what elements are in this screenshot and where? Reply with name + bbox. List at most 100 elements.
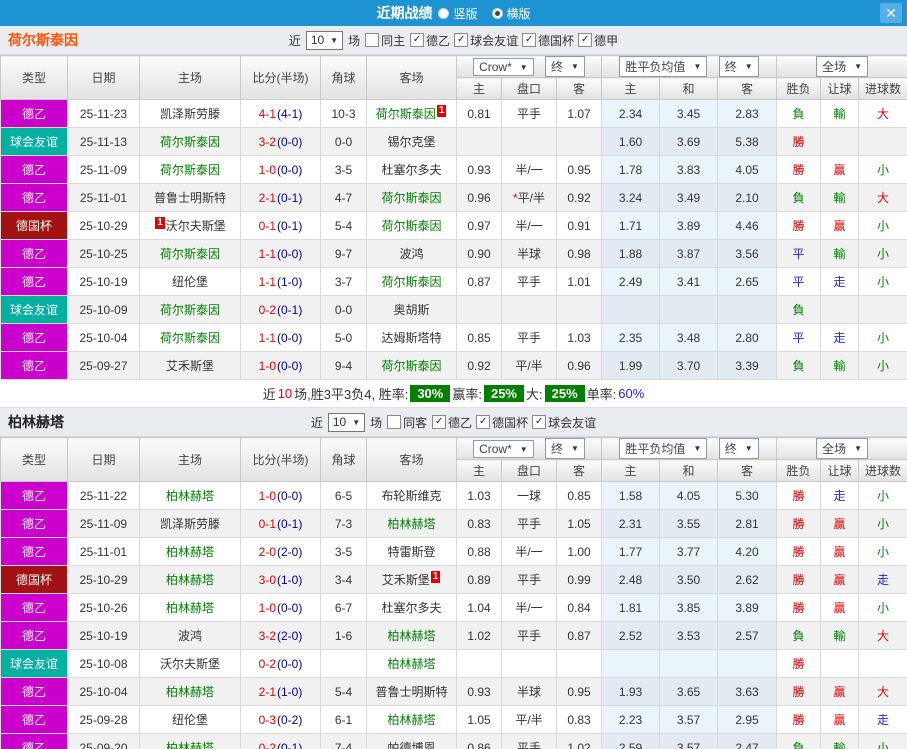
home-team-cell: 艾禾斯堡	[139, 351, 241, 380]
fullmatch-value: 全场	[822, 60, 847, 74]
ah-home-odds: 0.97	[456, 211, 502, 240]
fulltime-score: 0-2	[258, 740, 276, 749]
checkbox-checked-icon[interactable]: ✓	[578, 33, 593, 47]
checkbox-icon[interactable]	[365, 33, 380, 47]
ah-line: 半球	[501, 239, 557, 268]
final-select[interactable]: 终 ▼	[545, 56, 585, 77]
checkbox-checked-icon[interactable]: ✓	[522, 33, 537, 47]
avg-select[interactable]: 胜平负均值 ▼	[619, 438, 708, 459]
result-goals: 小	[858, 239, 907, 268]
chevron-down-icon: ▼	[571, 444, 579, 453]
league-badge: 德乙	[0, 705, 68, 734]
league-badge: 德乙	[0, 99, 68, 128]
halftime-score: (1-0)	[277, 572, 303, 587]
odds-home: 1.99	[601, 351, 661, 380]
odds-draw: 3.77	[659, 537, 719, 566]
result-goals: 小	[858, 593, 907, 622]
ah-line: 平手	[501, 267, 557, 296]
league-badge: 德乙	[0, 593, 68, 622]
league-filter[interactable]: ✓ 德乙	[410, 32, 450, 49]
fulltime-score: 1-1	[258, 246, 276, 261]
checkbox-checked-icon[interactable]: ✓	[432, 415, 447, 429]
ah-away-odds	[555, 127, 603, 156]
result-wdl: 勝	[776, 127, 822, 156]
fullmatch-select[interactable]: 全场 ▼	[816, 56, 868, 77]
score-cell: 1-1(1-0)	[240, 267, 321, 296]
ah-line: 半/一	[501, 211, 557, 240]
league-label: 德国杯	[538, 33, 575, 48]
final-select-2[interactable]: 终 ▼	[718, 56, 759, 77]
home-team-cell: 柏林赫塔	[139, 733, 241, 749]
odds-draw: 3.83	[659, 155, 719, 184]
halftime-score: (1-0)	[277, 274, 303, 289]
home-team-cell: 荷尔斯泰因	[139, 295, 241, 324]
odds-draw: 3.45	[659, 99, 719, 128]
near-games-select[interactable]: 10 ▼	[327, 412, 366, 432]
league-filter[interactable]: ✓ 德国杯	[522, 32, 574, 49]
col-ah-line: 盘口	[501, 77, 557, 100]
league-filter[interactable]: ✓ 球会友谊	[532, 414, 596, 431]
corner-cell: 3-5	[320, 537, 367, 566]
checkbox-checked-icon[interactable]: ✓	[454, 33, 469, 47]
result-handicap	[820, 295, 860, 324]
odds-away: 2.47	[717, 733, 778, 749]
match-date: 25-11-01	[67, 183, 140, 212]
league-filter[interactable]: ✓ 德国杯	[476, 414, 528, 431]
company-select[interactable]: Crow* ▼	[473, 58, 534, 76]
odds-away: 3.63	[717, 677, 778, 706]
checkbox-checked-icon[interactable]: ✓	[410, 33, 425, 47]
ah-line: 平手	[501, 509, 557, 538]
ah-away-odds	[555, 295, 603, 324]
final-select[interactable]: 终 ▼	[545, 438, 585, 459]
company-select[interactable]: Crow* ▼	[473, 440, 534, 458]
league-filter[interactable]: ✓ 德甲	[578, 32, 618, 49]
halftime-score: (0-0)	[277, 162, 303, 177]
team-name: 荷尔斯泰因	[159, 331, 220, 345]
odds-away: 2.10	[717, 183, 778, 212]
result-goals: 走	[858, 565, 907, 594]
halftime-score: (0-0)	[277, 656, 303, 671]
same-home-filter[interactable]: 同主	[365, 32, 405, 49]
radio-icon[interactable]	[438, 7, 450, 19]
ah-away-odds: 1.03	[555, 323, 603, 352]
close-icon[interactable]: ✕	[880, 3, 902, 23]
league-label: 德乙	[426, 33, 451, 48]
result-handicap: 贏	[820, 705, 860, 734]
league-filter[interactable]: ✓ 球会友谊	[454, 32, 518, 49]
home-team-cell: 荷尔斯泰因	[139, 239, 241, 268]
league-badge: 德乙	[0, 621, 68, 650]
radio-horizontal-layout[interactable]: 横版	[491, 5, 531, 22]
match-row: 德国杯 25-10-29 1 沃尔夫斯堡 0-1(0-1) 5-4 荷尔斯泰因 0.97 半/一…	[0, 211, 907, 240]
team2-filter: 近 10 ▼ 场 同客 ✓ 德乙 ✓ 德国杯 ✓ 球会友谊	[311, 412, 596, 432]
checkbox-checked-icon[interactable]: ✓	[476, 415, 491, 429]
near-games-select[interactable]: 10 ▼	[305, 30, 344, 50]
home-team-cell: 柏林赫塔	[139, 481, 241, 510]
red-card-badge: 1	[436, 105, 447, 117]
league-badge: 德乙	[0, 733, 68, 749]
league-badge: 德乙	[0, 323, 68, 352]
ah-line: *平/半	[501, 183, 557, 212]
away-team-cell: 柏林赫塔	[366, 705, 457, 734]
odds-home: 1.60	[601, 127, 661, 156]
col-score: 比分(半场)	[240, 55, 321, 100]
radio-vertical-layout[interactable]: 竖版	[438, 5, 478, 22]
final-select-2[interactable]: 终 ▼	[718, 438, 759, 459]
fullmatch-select[interactable]: 全场 ▼	[816, 438, 868, 459]
same-away-filter[interactable]: 同客	[387, 414, 427, 431]
result-handicap: 輸	[820, 99, 860, 128]
home-team-cell: 凯泽斯劳滕	[139, 509, 241, 538]
checkbox-checked-icon[interactable]: ✓	[532, 415, 547, 429]
corner-cell: 6-1	[320, 705, 367, 734]
radio-selected-icon[interactable]	[491, 7, 503, 19]
col-corner: 角球	[320, 55, 367, 100]
checkbox-icon[interactable]	[387, 415, 402, 429]
col-date: 日期	[67, 55, 140, 100]
col-odds-away: 客	[717, 77, 778, 100]
league-filter[interactable]: ✓ 德乙	[432, 414, 472, 431]
fulltime-score: 1-0	[258, 358, 276, 373]
result-handicap	[820, 127, 860, 156]
team-name: 纽伦堡	[171, 275, 208, 289]
result-handicap: 輸	[820, 351, 860, 380]
odds-home: 2.49	[601, 267, 661, 296]
avg-select[interactable]: 胜平负均值 ▼	[619, 56, 708, 77]
